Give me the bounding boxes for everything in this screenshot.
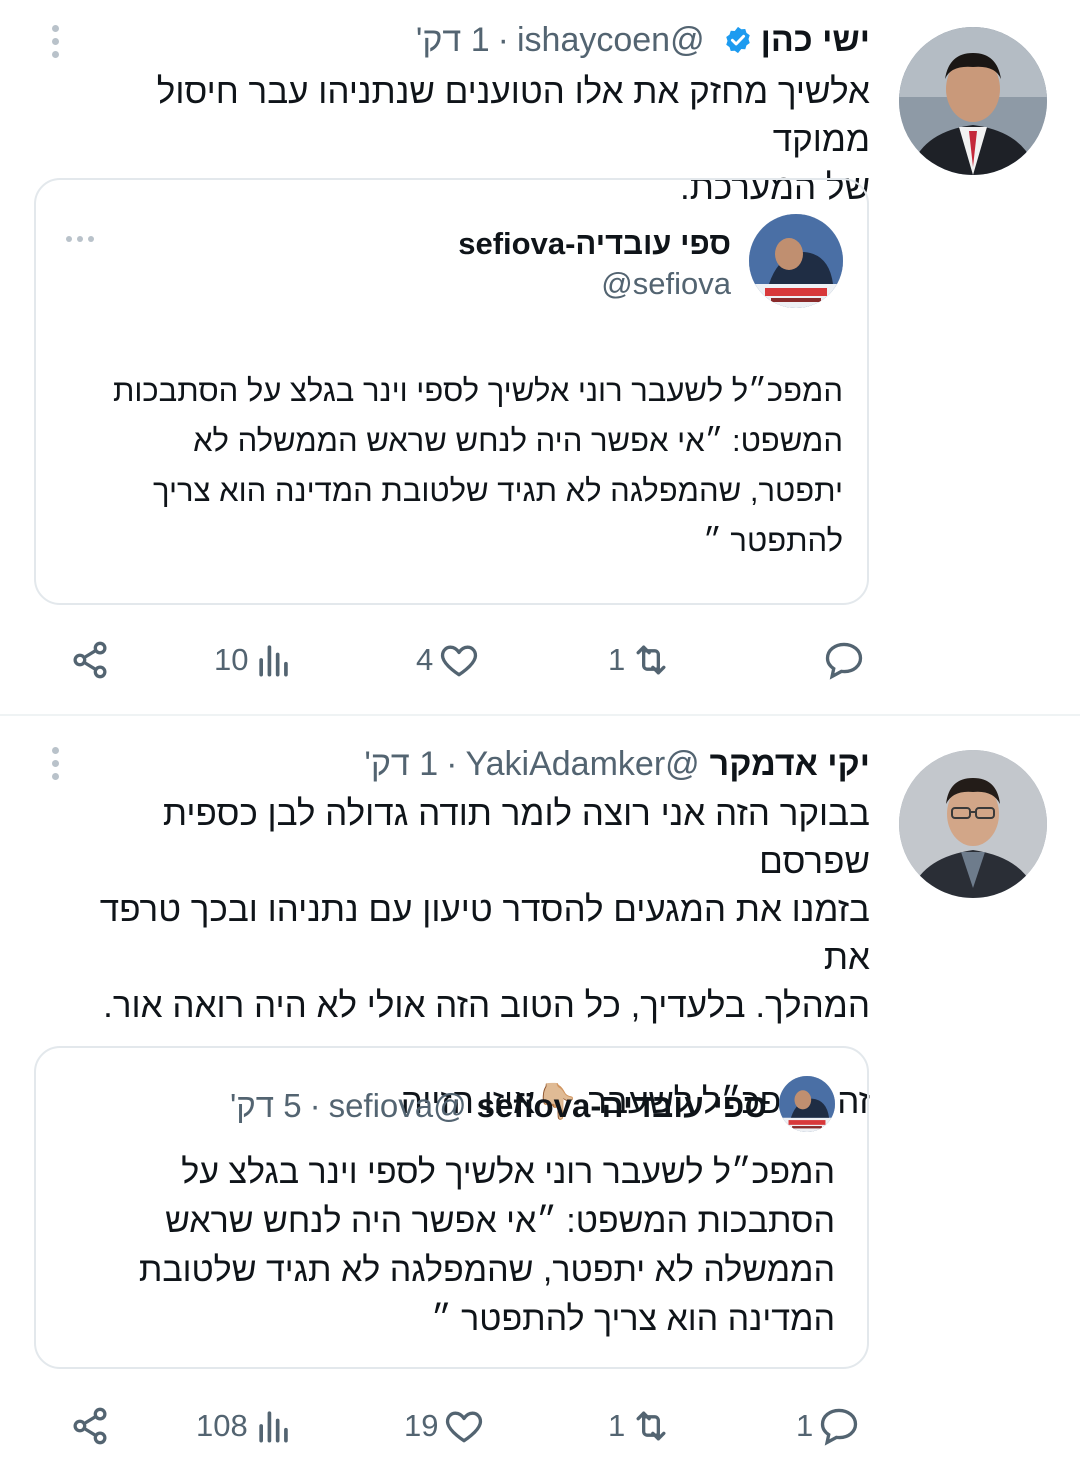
heart-icon bbox=[441, 645, 478, 677]
tweet-header: יקי אדמקר @YakiAdamker · 1 דק' bbox=[364, 744, 870, 784]
views-count: 10 bbox=[214, 642, 249, 677]
verified-badge-icon bbox=[725, 26, 750, 54]
quoted-text-line: הסתבכות המשפט: ״אי אפשר היה לנחש שראש bbox=[165, 1202, 835, 1240]
quoted-text-line: המפכ״ל לשעבר רוני אלשיך לספי וינר בגלצ ע… bbox=[112, 373, 843, 408]
avatar[interactable] bbox=[899, 750, 1047, 898]
author-name[interactable]: יקי אדמקר bbox=[710, 744, 870, 784]
quoted-text-line: להתפטר ״ bbox=[703, 523, 843, 558]
share-icon bbox=[73, 641, 107, 679]
views-icon bbox=[259, 1411, 288, 1443]
views-count: 108 bbox=[196, 1408, 248, 1443]
tweet-header: ישי כהן @ishaycoen · 1 דק' bbox=[416, 20, 870, 60]
quoted-text-line: הממשלה לא יתפטר, שהמפלגה לא תגיד שלטובת bbox=[138, 1251, 835, 1289]
reply-button[interactable] bbox=[818, 638, 866, 682]
retweet-button[interactable]: 1 bbox=[608, 638, 673, 682]
quoted-text-line: המדינה הוא צריך להתפטר ״ bbox=[431, 1300, 835, 1338]
author-name[interactable]: ישי כהן bbox=[761, 20, 870, 60]
quoted-text: המפכ״ל לשעבר רוני אלשיך לספי וינר בגלצ ע… bbox=[55, 1148, 835, 1344]
timestamp[interactable]: 1 דק' bbox=[364, 744, 438, 784]
retweet-icon bbox=[636, 1411, 666, 1441]
more-options-icon[interactable] bbox=[48, 744, 62, 784]
quoted-author-handle[interactable]: @sefiova bbox=[329, 1086, 467, 1126]
quoted-header: ספי עובדיה-sefiova @sefiova · 5 דק' bbox=[230, 1086, 767, 1126]
views-button[interactable]: 10 bbox=[214, 638, 296, 682]
retweet-count: 1 bbox=[608, 642, 626, 677]
like-button[interactable]: 19 bbox=[404, 1404, 486, 1448]
retweet-icon bbox=[636, 645, 666, 675]
quoted-text-line: המפכ״ל לשעבר רוני אלשיך לספי וינר בגלצ ע… bbox=[181, 1153, 835, 1191]
separator-dot: · bbox=[309, 1087, 321, 1124]
quoted-author-name[interactable]: ספי עובדיה-sefiova bbox=[458, 226, 731, 262]
share-icon bbox=[73, 1407, 107, 1445]
tweet-text-line: בבוקר הזה אני רוצה לומר תודה גדולה לבן כ… bbox=[162, 794, 870, 881]
retweet-button[interactable]: 1 bbox=[608, 1404, 673, 1448]
quoted-text: המפכ״ל לשעבר רוני אלשיך לספי וינר בגלצ ע… bbox=[53, 366, 843, 566]
quoted-avatar[interactable] bbox=[779, 1076, 835, 1132]
quoted-tweet[interactable]: ספי עובדיה-sefiova @sefiova המפכ״ל לשעבר… bbox=[34, 178, 869, 605]
share-button[interactable] bbox=[68, 1404, 112, 1448]
quoted-timestamp[interactable]: 5 דק' bbox=[230, 1086, 302, 1126]
heart-icon bbox=[446, 1411, 483, 1443]
timestamp[interactable]: 1 דק' bbox=[416, 20, 490, 60]
author-handle[interactable]: @YakiAdamker bbox=[465, 744, 699, 784]
tweet-text-line: בזמנו את המגעים להסדר טיעון עם נתניהו וב… bbox=[99, 890, 870, 977]
like-count: 4 bbox=[416, 642, 434, 677]
action-bar: 1 1 19 108 bbox=[0, 1396, 1080, 1456]
like-count: 19 bbox=[404, 1408, 439, 1443]
tweet[interactable]: ישי כהן @ishaycoen · 1 דק' אלשיך מחזק את… bbox=[0, 0, 1080, 715]
tweet[interactable]: יקי אדמקר @YakiAdamker · 1 דק' בבוקר הזה… bbox=[0, 716, 1080, 1466]
quoted-more-icon[interactable] bbox=[66, 236, 94, 242]
reply-button[interactable]: 1 bbox=[796, 1404, 861, 1448]
views-button[interactable]: 108 bbox=[196, 1404, 296, 1448]
share-button[interactable] bbox=[68, 638, 112, 682]
like-button[interactable]: 4 bbox=[416, 638, 481, 682]
reply-icon bbox=[825, 642, 863, 680]
views-icon bbox=[259, 645, 289, 677]
author-handle[interactable]: @ishaycoen bbox=[517, 20, 705, 60]
reply-count: 1 bbox=[796, 1408, 814, 1443]
quoted-author-handle[interactable]: @sefiova bbox=[601, 266, 731, 302]
tweet-text-line: המהלך. בלעדיך, כל הטוב הזה אולי לא היה ר… bbox=[103, 986, 870, 1025]
tweet-text-line: אלשיך מחזק את אלו הטוענים שנתניהו עבר חי… bbox=[156, 72, 870, 159]
quoted-tweet[interactable]: ספי עובדיה-sefiova @sefiova · 5 דק' המפכ… bbox=[34, 1046, 869, 1369]
quoted-text-line: המשפט: ״אי אפשר היה לנחש שראש הממשלה לא bbox=[193, 423, 843, 458]
separator-dot: · bbox=[497, 21, 509, 59]
avatar[interactable] bbox=[899, 27, 1047, 175]
reply-icon bbox=[821, 1408, 858, 1446]
separator-dot: · bbox=[446, 745, 458, 783]
quoted-avatar[interactable] bbox=[749, 214, 843, 308]
quoted-author-name[interactable]: ספי עובדיה-sefiova bbox=[477, 1086, 767, 1126]
retweet-count: 1 bbox=[608, 1408, 626, 1443]
quoted-text-line: יתפטר, שהמפלגה לא תגיד שלטובת המדינה הוא… bbox=[153, 473, 843, 508]
more-options-icon[interactable] bbox=[48, 22, 62, 62]
action-bar: 1 4 10 bbox=[0, 630, 1080, 690]
